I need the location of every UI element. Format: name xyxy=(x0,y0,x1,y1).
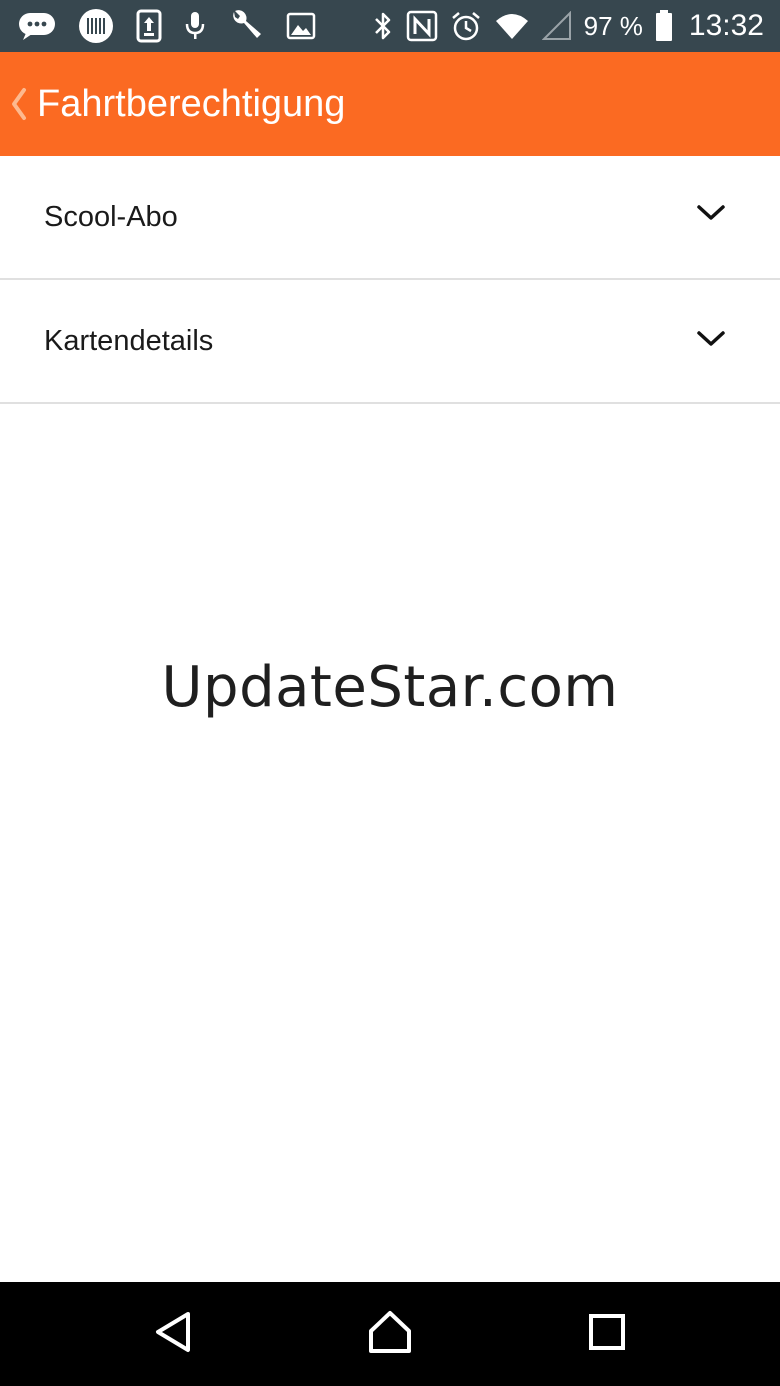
status-bar: 97 % 13:32 xyxy=(0,0,780,52)
cellular-signal-icon xyxy=(541,11,572,41)
recents-icon xyxy=(587,1312,627,1357)
back-chevron-icon[interactable] xyxy=(8,86,28,122)
wrench-icon xyxy=(228,8,264,44)
section-label: Scool-Abo xyxy=(44,201,178,233)
alarm-icon xyxy=(450,10,482,42)
status-bar-system-icons: 97 % 13:32 xyxy=(372,0,764,52)
section-kartendetails[interactable]: Kartendetails xyxy=(0,280,780,404)
watermark-text: UpdateStar.com xyxy=(161,655,619,720)
chevron-down-icon[interactable] xyxy=(696,204,726,222)
nav-home-button[interactable] xyxy=(330,1282,450,1386)
nfc-icon xyxy=(406,10,438,42)
chat-icon xyxy=(18,11,56,41)
microphone-icon xyxy=(184,10,206,42)
wifi-icon xyxy=(494,11,530,41)
back-icon xyxy=(152,1310,196,1359)
home-icon xyxy=(367,1309,413,1360)
nav-recents-button[interactable] xyxy=(547,1282,667,1386)
barcode-icon xyxy=(78,8,114,44)
clock: 13:32 xyxy=(688,9,764,42)
battery-icon xyxy=(655,10,673,42)
status-bar-notification-icons xyxy=(18,0,316,52)
section-label: Kartendetails xyxy=(44,325,214,357)
bluetooth-icon xyxy=(372,10,394,42)
image-icon xyxy=(286,11,316,41)
app-bar: Fahrtberechtigung xyxy=(0,52,780,156)
page-title: Fahrtberechtigung xyxy=(37,83,346,125)
navigation-bar xyxy=(0,1282,780,1386)
section-scool-abo[interactable]: Scool-Abo xyxy=(0,156,780,280)
nav-back-button[interactable] xyxy=(114,1282,234,1386)
chevron-down-icon[interactable] xyxy=(696,330,726,348)
sync-icon xyxy=(136,9,162,43)
battery-percent: 97 % xyxy=(583,10,643,41)
